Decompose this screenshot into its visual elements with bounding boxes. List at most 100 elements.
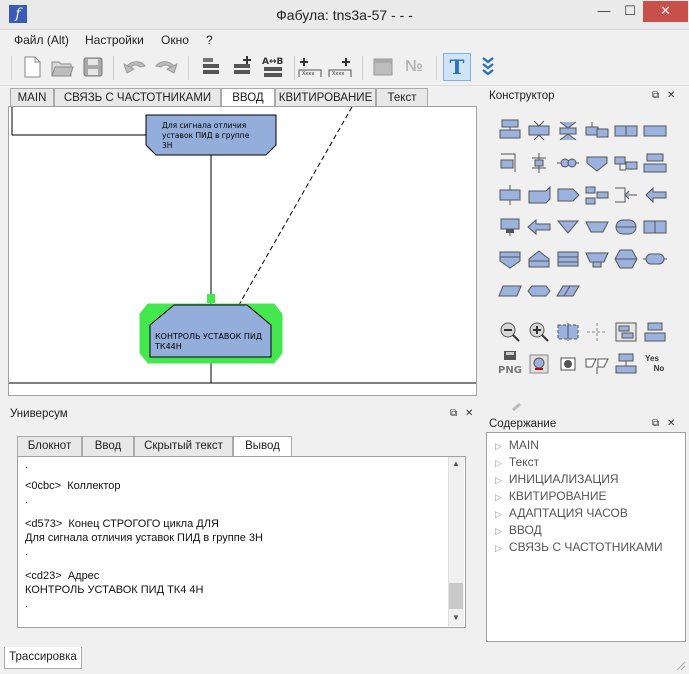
tab-hidden-text[interactable]: Скрытый текст bbox=[134, 436, 233, 457]
hexagon-block-icon[interactable] bbox=[612, 246, 640, 272]
loop-block-icon[interactable] bbox=[612, 118, 640, 144]
expand-arrow-icon[interactable]: ▷ bbox=[495, 441, 502, 451]
tab-output[interactable]: Вывод bbox=[233, 436, 292, 458]
new-file-button[interactable] bbox=[18, 53, 46, 81]
multi-branch-icon[interactable] bbox=[583, 182, 611, 208]
left-arrow-block-icon[interactable] bbox=[525, 214, 553, 240]
zoom-in-icon[interactable] bbox=[525, 319, 553, 345]
undock-icon[interactable]: ⧉ bbox=[652, 415, 659, 433]
scroll-down-icon[interactable]: ▼ bbox=[452, 613, 460, 622]
switch-block-icon[interactable] bbox=[554, 118, 582, 144]
expand-arrow-icon[interactable]: ▷ bbox=[495, 492, 502, 502]
tab-notepad[interactable]: Блокнот bbox=[17, 436, 82, 457]
tree-item-frequency-link[interactable]: ▷ СВЯЗЬ С ЧАСТОТНИКАМИ bbox=[495, 540, 663, 554]
grid-toggle-icon[interactable] bbox=[583, 319, 611, 345]
signal-arrow-icon[interactable] bbox=[554, 182, 582, 208]
cut-branch-icon[interactable] bbox=[583, 351, 611, 377]
swap-button[interactable]: A↔B bbox=[259, 53, 287, 81]
decision-block-icon[interactable] bbox=[583, 150, 611, 176]
branch-block-icon[interactable] bbox=[525, 118, 553, 144]
tree-item-clock-adapt[interactable]: ▷ АДАПТАЦИЯ ЧАСОВ bbox=[495, 506, 628, 520]
expand-arrow-icon[interactable]: ▷ bbox=[495, 475, 502, 485]
merge-block-icon[interactable] bbox=[612, 182, 640, 208]
add-right-button[interactable]: Xxxx bbox=[326, 53, 354, 81]
action-block-icon[interactable] bbox=[496, 118, 524, 144]
diagram-block-loop-end[interactable]: Для сигнала отличия уставок ПИД в группе… bbox=[145, 114, 277, 156]
diagram-canvas[interactable]: Для сигнала отличия уставок ПИД в группе… bbox=[9, 107, 476, 395]
terminator-block-icon[interactable] bbox=[525, 150, 553, 176]
panel-close-icon[interactable]: ✕ bbox=[667, 415, 675, 433]
scroll-thumb[interactable] bbox=[449, 583, 463, 609]
expand-arrow-icon[interactable]: ▷ bbox=[495, 509, 502, 519]
insert-below-button[interactable] bbox=[228, 53, 256, 81]
save-button[interactable] bbox=[79, 53, 107, 81]
undock-icon[interactable]: ⧉ bbox=[652, 87, 659, 105]
diagram-block-address-selected[interactable]: КОНТРОЛЬ УСТАВОК ПИД ТК44Н bbox=[139, 294, 283, 364]
process-block-icon[interactable] bbox=[641, 118, 669, 144]
subroutine-block-icon[interactable] bbox=[641, 150, 669, 176]
group-block-icon[interactable] bbox=[612, 319, 640, 345]
stack-block-icon[interactable] bbox=[641, 319, 669, 345]
split-block-icon[interactable] bbox=[641, 214, 669, 240]
expand-arrow-icon[interactable]: ▷ bbox=[495, 458, 502, 468]
minimize-button[interactable]: — bbox=[591, 1, 617, 22]
rounded-block-icon[interactable] bbox=[641, 246, 669, 272]
insert-subtree-icon[interactable] bbox=[612, 351, 640, 377]
tree-item-init[interactable]: ▷ ИНИЦИАЛИЗАЦИЯ bbox=[495, 472, 619, 486]
expand-arrow-icon[interactable]: ▷ bbox=[495, 543, 502, 553]
export-png-button[interactable]: PNG bbox=[496, 351, 524, 377]
tree-item-text[interactable]: ▷ Текст bbox=[495, 455, 539, 469]
expand-button[interactable] bbox=[474, 53, 502, 81]
text-mode-button[interactable]: T bbox=[443, 53, 471, 81]
menu-file[interactable]: Файл (Alt) bbox=[14, 33, 69, 47]
breakpoint-icon[interactable] bbox=[554, 351, 582, 377]
maximize-button[interactable]: ☐ bbox=[617, 1, 643, 22]
manual-input-icon[interactable] bbox=[525, 182, 553, 208]
hexagon-flat-icon[interactable] bbox=[525, 278, 553, 304]
insert-above-button[interactable] bbox=[197, 53, 225, 81]
table-block-icon[interactable] bbox=[554, 246, 582, 272]
number-button[interactable]: № bbox=[400, 53, 428, 81]
selection-handle[interactable] bbox=[207, 294, 215, 303]
menu-window[interactable]: Окно bbox=[161, 33, 189, 47]
trapezoid-block-icon[interactable] bbox=[583, 214, 611, 240]
pentagon-block-icon[interactable] bbox=[496, 246, 524, 272]
input-block-icon[interactable] bbox=[496, 182, 524, 208]
expand-arrow-icon[interactable]: ▷ bbox=[495, 526, 502, 536]
scroll-up-icon[interactable]: ▲ bbox=[452, 459, 460, 468]
parallelogram-left-icon[interactable] bbox=[496, 278, 524, 304]
open-button[interactable] bbox=[48, 53, 76, 81]
fit-width-icon[interactable] bbox=[554, 319, 582, 345]
case-block-icon[interactable] bbox=[583, 118, 611, 144]
add-left-button[interactable]: Xxxx bbox=[296, 53, 324, 81]
tree-item-input[interactable]: ▷ ВВОД bbox=[495, 523, 542, 537]
parallelogram-right-icon[interactable] bbox=[554, 278, 582, 304]
tab-input-text[interactable]: Ввод bbox=[82, 436, 134, 457]
redo-button[interactable] bbox=[152, 53, 180, 81]
resize-grip-icon[interactable] bbox=[676, 660, 686, 671]
panel-close-icon[interactable]: ✕ bbox=[465, 405, 473, 423]
panel-close-icon[interactable]: ✕ bbox=[667, 87, 675, 105]
return-block-icon[interactable] bbox=[641, 182, 669, 208]
tree-item-acknowledge[interactable]: ▷ КВИТИРОВАНИЕ bbox=[495, 489, 606, 503]
block-disabled-button[interactable] bbox=[369, 53, 397, 81]
tree-item-main[interactable]: ▷ MAIN bbox=[495, 438, 539, 452]
merge-triangle-icon[interactable] bbox=[554, 214, 582, 240]
output-text-area[interactable]: . <0cbc> Коллектор . <d573> Конец СТРОГО… bbox=[17, 456, 466, 628]
parallel-block-icon[interactable] bbox=[612, 150, 640, 176]
tab-trace[interactable]: Трассировка bbox=[4, 647, 82, 669]
menu-help[interactable]: ? bbox=[206, 33, 213, 47]
close-button[interactable]: ✕ bbox=[643, 1, 688, 22]
connector-block-icon[interactable] bbox=[554, 150, 582, 176]
document-block-icon[interactable] bbox=[496, 214, 524, 240]
undo-button[interactable] bbox=[121, 53, 149, 81]
funnel-block-icon[interactable] bbox=[583, 246, 611, 272]
storage-block-icon[interactable] bbox=[612, 214, 640, 240]
undock-icon[interactable]: ⧉ bbox=[450, 405, 457, 423]
output-block-icon[interactable] bbox=[496, 150, 524, 176]
house-block-icon[interactable] bbox=[525, 246, 553, 272]
yes-no-toggle-button[interactable]: Yes No bbox=[641, 351, 669, 377]
zoom-out-icon[interactable] bbox=[496, 319, 524, 345]
menu-settings[interactable]: Настройки bbox=[85, 33, 144, 47]
search-block-icon[interactable] bbox=[525, 351, 553, 377]
